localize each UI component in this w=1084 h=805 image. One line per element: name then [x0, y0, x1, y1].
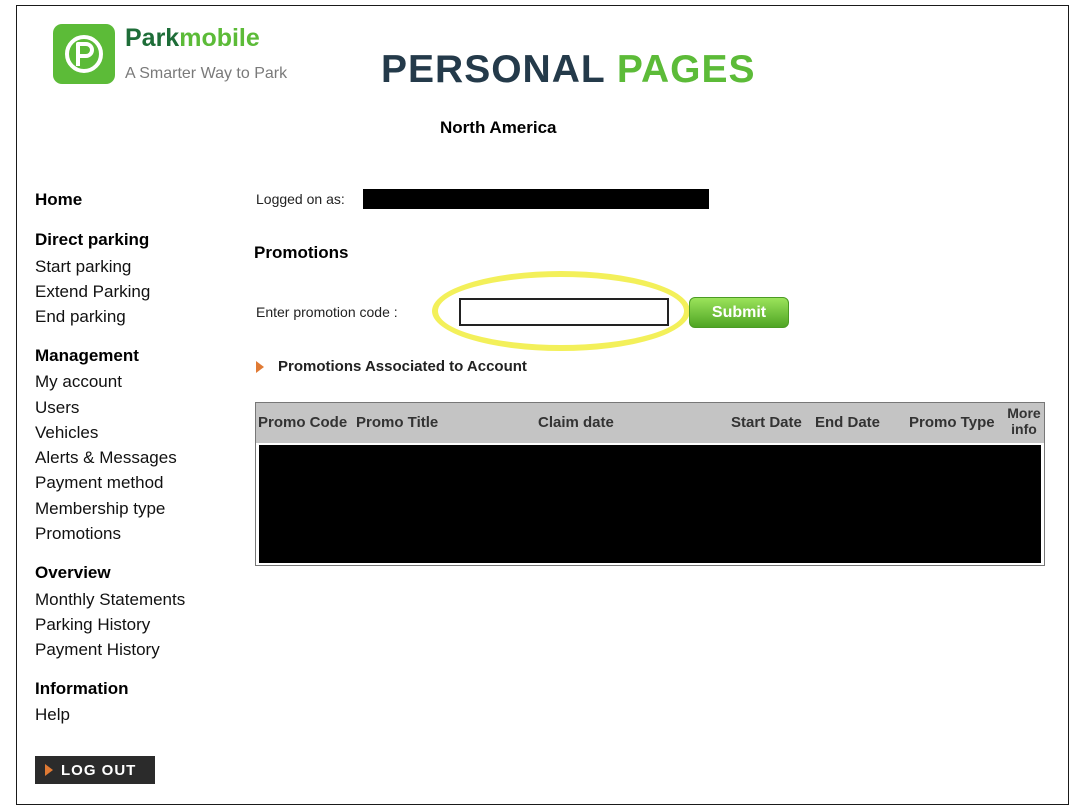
page-title-part2: PAGES — [616, 48, 756, 91]
sidebar-item-users[interactable]: Users — [35, 397, 79, 419]
page-title: PERSONAL PAGES — [381, 47, 756, 93]
section-title: Promotions — [254, 243, 349, 262]
brand-name-part1: Park — [125, 24, 180, 52]
brand-name-part2: mobile — [179, 24, 260, 52]
sidebar-heading-management: Management — [35, 346, 139, 365]
arrow-right-icon — [256, 361, 264, 373]
sidebar-item-promotions[interactable]: Promotions — [35, 523, 121, 545]
sidebar-item-home[interactable]: Home — [35, 189, 82, 211]
sidebar-item-vehicles[interactable]: Vehicles — [35, 422, 98, 444]
sidebar-item-help[interactable]: Help — [35, 704, 70, 726]
promo-code-label: Enter promotion code : — [256, 304, 398, 320]
table-header: Promo Code Promo Title Claim date Start … — [256, 403, 1044, 443]
brand-tagline: A Smarter Way to Park — [125, 65, 288, 82]
sidebar-item-payment-method[interactable]: Payment method — [35, 472, 164, 494]
sidebar-heading-information: Information — [35, 679, 129, 698]
sidebar-heading-direct-parking: Direct parking — [35, 230, 150, 249]
logout-label: LOG OUT — [61, 761, 137, 779]
region-label: North America — [440, 118, 557, 137]
logout-button[interactable]: LOG OUT — [35, 756, 155, 784]
column-header-claim-date: Claim date — [538, 414, 614, 431]
sidebar-item-membership-type[interactable]: Membership type — [35, 498, 165, 520]
sidebar-item-alerts-messages[interactable]: Alerts & Messages — [35, 447, 177, 469]
associated-promotions-label: Promotions Associated to Account — [278, 358, 527, 375]
sidebar-item-payment-history[interactable]: Payment History — [35, 639, 160, 661]
page-title-part1: PERSONAL — [381, 48, 605, 91]
sidebar-item-end-parking[interactable]: End parking — [35, 306, 126, 328]
parkmobile-logo-icon[interactable] — [53, 24, 115, 84]
column-header-more-info: More info — [1007, 405, 1041, 437]
arrow-right-icon — [45, 764, 53, 776]
sidebar-item-start-parking[interactable]: Start parking — [35, 256, 131, 278]
redacted-table-rows — [259, 445, 1041, 563]
sidebar-item-parking-history[interactable]: Parking History — [35, 614, 150, 636]
redacted-username — [363, 189, 709, 209]
sidebar-heading-overview: Overview — [35, 563, 111, 582]
sidebar-item-my-account[interactable]: My account — [35, 371, 122, 393]
promo-code-input[interactable] — [459, 298, 669, 326]
submit-button[interactable]: Submit — [689, 297, 789, 328]
logged-on-label: Logged on as: — [256, 191, 345, 207]
brand-name: Parkmobile — [125, 23, 260, 53]
column-header-end-date: End Date — [815, 414, 881, 431]
sidebar-item-extend-parking[interactable]: Extend Parking — [35, 281, 150, 303]
promotions-table: Promo Code Promo Title Claim date Start … — [255, 402, 1045, 566]
column-header-start-date: Start Date — [731, 414, 802, 431]
column-header-promo-code: Promo Code — [258, 414, 348, 431]
column-header-promo-title: Promo Title — [356, 414, 439, 431]
sidebar-item-monthly-statements[interactable]: Monthly Statements — [35, 589, 185, 611]
associated-promotions-link[interactable]: Promotions Associated to Account — [256, 357, 527, 377]
column-header-promo-type: Promo Type — [909, 414, 995, 431]
